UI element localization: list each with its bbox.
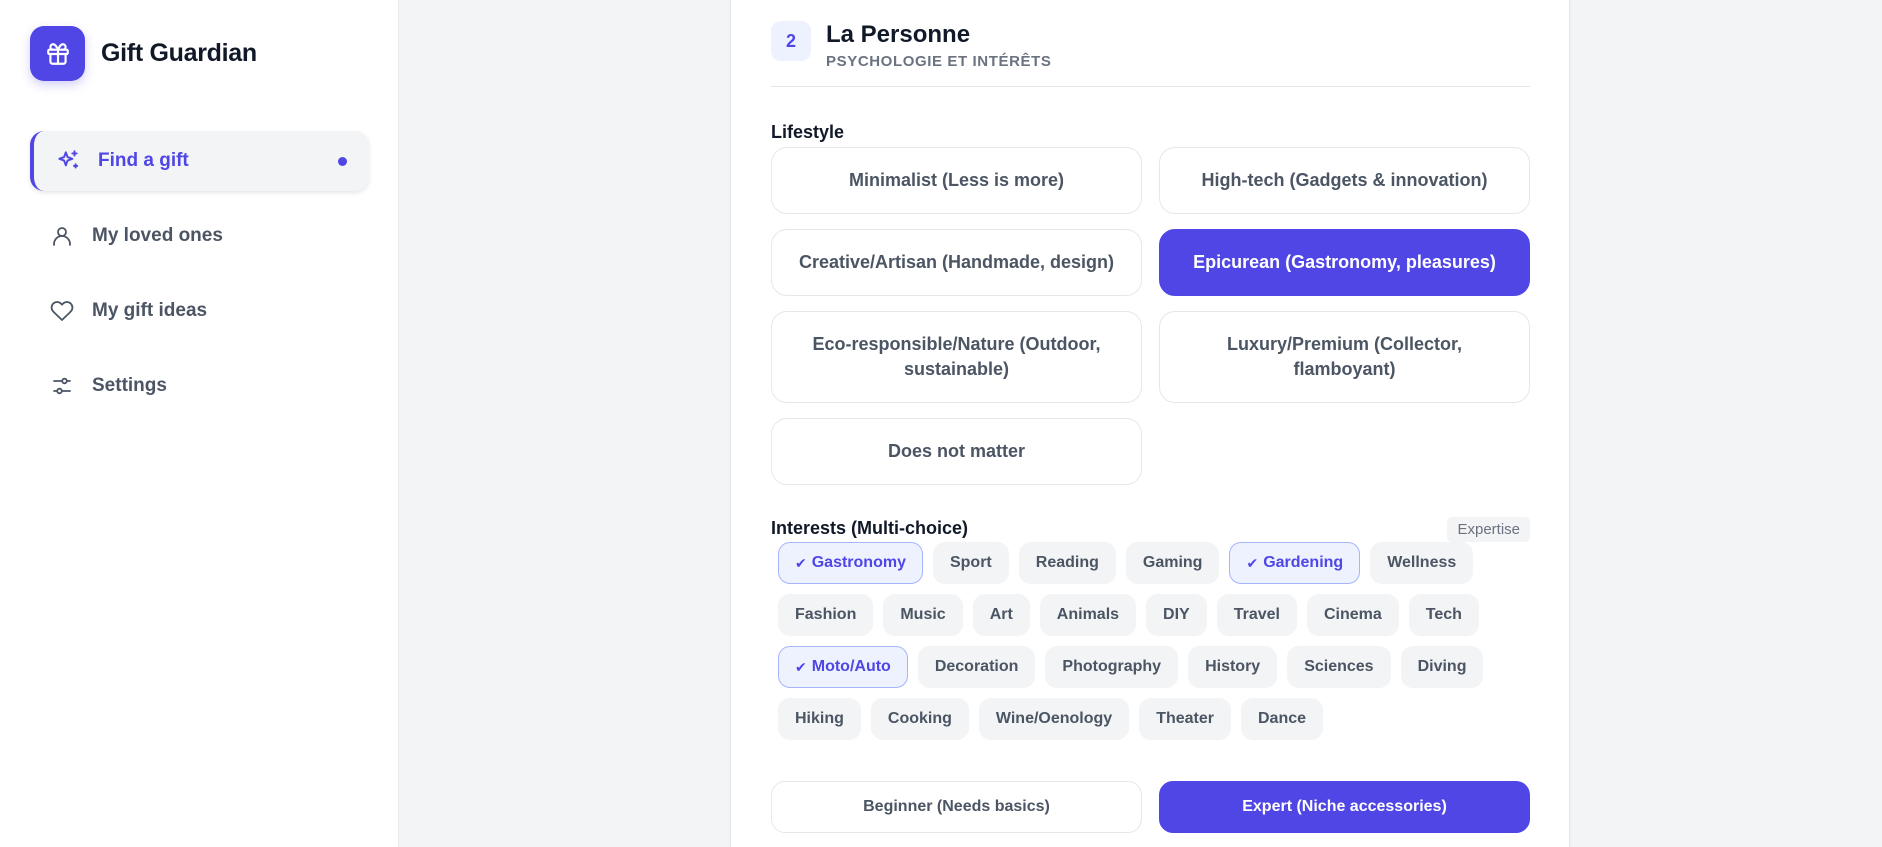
chip-label: Sciences: [1304, 658, 1374, 675]
chip-label: DIY: [1163, 606, 1190, 623]
lifestyle-option-luxury[interactable]: Luxury/Premium (Collector, flamboyant): [1159, 311, 1530, 403]
interest-chip-art[interactable]: Art: [972, 594, 1030, 636]
chip-label: Photography: [1062, 658, 1162, 675]
step-number-badge: 2: [771, 21, 811, 61]
chip-label: Gaming: [1142, 554, 1203, 571]
chip-label: Wellness: [1387, 554, 1457, 571]
sidebar-item-my-loved-ones[interactable]: My loved ones: [30, 206, 369, 266]
interests-chip-group: ✔ Gastronomy Sport Reading Gaming ✔ Garden…: [778, 542, 1530, 750]
chip-label: Art: [989, 606, 1013, 623]
expertise-option-expert[interactable]: Expert (Niche accessories): [1159, 781, 1530, 833]
interest-chip-fashion[interactable]: Fashion: [778, 594, 874, 636]
interest-chip-dance[interactable]: Dance: [1241, 698, 1324, 740]
interest-chip-gardening[interactable]: ✔ Gardening: [1229, 542, 1361, 584]
sidebar-item-find-a-gift[interactable]: Find a gift: [30, 131, 369, 191]
sidebar-item-label: My loved ones: [92, 225, 223, 246]
lifestyle-option-does-not-matter[interactable]: Does not matter: [771, 418, 1142, 485]
sidebar: Gift Guardian Find a gift My loved ones …: [0, 0, 399, 847]
chip-label: Reading: [1035, 554, 1099, 571]
chip-label: History: [1205, 658, 1261, 675]
chip-label: Moto/Auto: [811, 658, 891, 675]
interest-chip-reading[interactable]: Reading: [1018, 542, 1116, 584]
chip-label: Theater: [1156, 710, 1214, 727]
interest-chip-travel[interactable]: Travel: [1216, 594, 1297, 636]
check-icon: ✔: [795, 554, 807, 571]
chip-label: Cooking: [887, 710, 952, 727]
interest-chip-cooking[interactable]: Cooking: [870, 698, 969, 740]
interest-chip-wellness[interactable]: Wellness: [1370, 542, 1474, 584]
interest-chip-photography[interactable]: Photography: [1045, 646, 1179, 688]
step-subtitle: PSYCHOLOGIE ET INTÉRÊTS: [826, 53, 1052, 70]
sidebar-item-label: Settings: [92, 375, 167, 396]
chip-label: Music: [900, 606, 946, 623]
sliders-icon: [48, 372, 76, 400]
chip-label: Animals: [1056, 606, 1120, 623]
interest-chip-gastronomy[interactable]: ✔ Gastronomy: [778, 542, 923, 584]
interest-chip-decoration[interactable]: Decoration: [917, 646, 1036, 688]
sidebar-item-settings[interactable]: Settings: [30, 356, 369, 416]
expertise-badge: Expertise: [1447, 517, 1530, 542]
chip-label: Tech: [1425, 606, 1462, 623]
interest-chip-sport[interactable]: Sport: [932, 542, 1009, 584]
chip-label: Fashion: [795, 606, 857, 623]
sidebar-item-label: My gift ideas: [92, 300, 208, 321]
chip-label: Gardening: [1263, 554, 1344, 571]
chip-label: Diving: [1417, 658, 1467, 675]
questionnaire-card: 2 La Personne PSYCHOLOGIE ET INTÉRÊTS Li…: [730, 0, 1570, 847]
interest-chip-cinema[interactable]: Cinema: [1306, 594, 1399, 636]
heart-icon: [48, 297, 76, 325]
chip-label: Dance: [1258, 710, 1307, 727]
interest-chip-diy[interactable]: DIY: [1146, 594, 1207, 636]
lifestyle-label: Lifestyle: [771, 122, 845, 142]
lifestyle-option-eco-responsible[interactable]: Eco-responsible/Nature (Outdoor, sustain…: [771, 311, 1142, 403]
check-icon: ✔: [1246, 554, 1259, 571]
interest-chip-sciences[interactable]: Sciences: [1287, 646, 1391, 688]
lifestyle-option-epicurean[interactable]: Epicurean (Gastronomy, pleasures): [1159, 229, 1530, 296]
sidebar-item-my-gift-ideas[interactable]: My gift ideas: [30, 281, 369, 341]
chip-label: Decoration: [934, 658, 1019, 675]
interest-chip-gaming[interactable]: Gaming: [1125, 542, 1220, 584]
sparkles-icon: [54, 147, 82, 175]
chip-label: Wine/Oenology: [995, 710, 1113, 727]
lifestyle-option-creative[interactable]: Creative/Artisan (Handmade, design): [771, 229, 1142, 296]
step-header: 2 La Personne PSYCHOLOGIE ET INTÉRÊTS: [771, 21, 1530, 87]
chip-label: Sport: [949, 554, 992, 571]
sidebar-item-label: Find a gift: [98, 150, 189, 171]
user-icon: [48, 222, 76, 250]
app: Gift Guardian Find a gift My loved ones …: [0, 0, 1882, 847]
active-indicator-dot: [338, 157, 347, 166]
brand-logo[interactable]: [30, 26, 85, 81]
chip-label: Hiking: [795, 710, 844, 727]
gift-icon: [46, 42, 69, 65]
chip-label: Cinema: [1323, 606, 1382, 623]
interest-chip-music[interactable]: Music: [883, 594, 963, 636]
sidebar-nav: Find a gift My loved ones My gift ideas …: [30, 131, 369, 431]
interests-label: Interests (Multi-choice): [771, 518, 969, 538]
chip-label: Travel: [1233, 606, 1280, 623]
brand: Gift Guardian: [30, 26, 257, 81]
expertise-option-beginner[interactable]: Beginner (Needs basics): [771, 781, 1142, 833]
interest-chip-diving[interactable]: Diving: [1400, 646, 1484, 688]
lifestyle-option-high-tech[interactable]: High-tech (Gadgets & innovation): [1159, 147, 1530, 214]
chip-label: Gastronomy: [811, 554, 906, 571]
interest-chip-theater[interactable]: Theater: [1139, 698, 1231, 740]
interest-chip-tech[interactable]: Tech: [1408, 594, 1479, 636]
step-title: La Personne: [826, 21, 971, 48]
lifestyle-option-minimalist[interactable]: Minimalist (Less is more): [771, 147, 1142, 214]
interest-chip-wine-oenology[interactable]: Wine/Oenology: [978, 698, 1130, 740]
interest-chip-hiking[interactable]: Hiking: [778, 698, 861, 740]
check-icon: ✔: [795, 658, 807, 675]
interest-chip-history[interactable]: History: [1188, 646, 1278, 688]
interest-chip-moto-auto[interactable]: ✔ Moto/Auto: [778, 646, 908, 688]
brand-name: Gift Guardian: [101, 39, 257, 67]
interest-chip-animals[interactable]: Animals: [1039, 594, 1137, 636]
